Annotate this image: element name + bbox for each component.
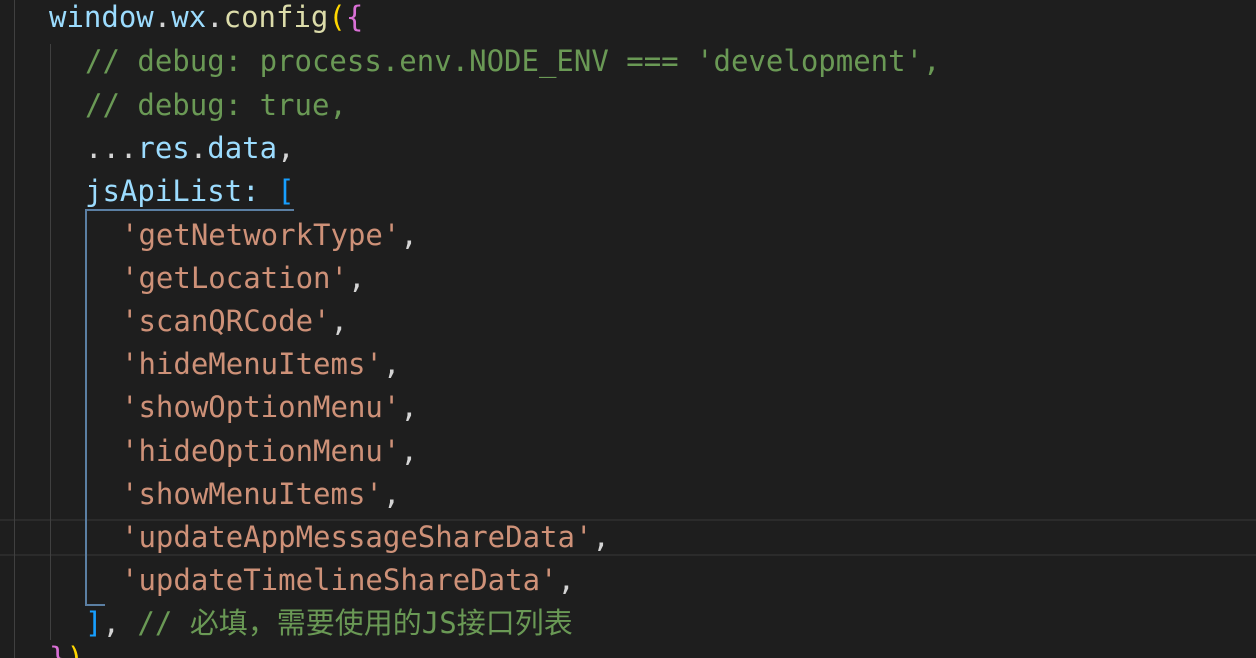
string-literal: 'getNetworkType' [121,218,401,252]
token-close-paren: ) [66,641,84,658]
token-open-bracket: [ [277,174,295,208]
token-res: res [137,131,190,165]
token-comma: , [592,520,610,554]
token-close-bracket: ] [85,606,103,640]
token-comma: , [102,606,138,640]
string-literal: 'showMenuItems' [121,477,383,511]
token-comma: , [330,304,348,338]
token-comma: , [347,261,366,295]
code-line-partial: }) [49,637,84,658]
code-line-4: ...res.data, [85,127,295,171]
token-config: config [223,0,329,34]
bracket-pair-highlight-end [85,560,105,606]
token-comma: , [557,563,575,597]
api-list-item: 'showOptionMenu', [121,386,418,430]
code-line-3: // debug: true, [85,84,347,128]
token-wx: wx [171,0,207,34]
token-spread: ... [85,131,138,165]
token-data: data [207,131,278,165]
string-literal: 'updateTimelineShareData' [121,563,558,597]
string-literal: 'scanQRCode' [121,304,331,338]
string-literal: 'updateAppMessageShareData' [121,520,593,554]
token-window: window [49,0,154,34]
token-comma: , [400,218,418,252]
comment-required: // 必填，需要使用的JS接口列表 [137,606,573,640]
token-dot: . [153,0,172,34]
indent-guide-inner [50,44,51,640]
string-literal: 'getLocation' [121,261,348,295]
api-list-item: 'getNetworkType', [121,214,418,258]
api-list-item: 'hideMenuItems', [121,343,400,387]
code-editor[interactable]: window.wx.config({ // debug: process.env… [0,0,1256,658]
token-comma: , [277,131,295,165]
code-line-2: // debug: process.env.NODE_ENV === 'deve… [85,40,941,84]
token-dot: . [189,131,208,165]
api-list-item: 'scanQRCode', [121,300,348,344]
indent-guide-outer [14,0,15,658]
api-list-item: 'showMenuItems', [121,473,400,517]
string-literal: 'showOptionMenu' [121,390,401,424]
token-open-brace: { [345,0,364,34]
string-literal: 'hideMenuItems' [121,347,383,381]
code-line-closing: ], // 必填，需要使用的JS接口列表 [85,602,573,646]
token-colon: : [242,174,278,208]
token-dot: . [206,0,224,34]
code-line-5: jsApiList: [ [85,170,295,214]
token-jsapilist-key: jsApiList [85,174,243,208]
token-comma: , [382,477,401,511]
token-open-paren: ( [328,0,346,34]
token-comma: , [400,434,418,468]
string-literal: 'hideOptionMenu' [121,434,401,468]
code-line-1: window.wx.config({ [49,0,363,40]
comment-debug-env: // debug: process.env.NODE_ENV === 'deve… [85,44,941,78]
token-close-brace: } [49,641,67,658]
token-comma: , [382,347,401,381]
api-list-item: 'getLocation', [121,257,365,301]
api-list-item: 'hideOptionMenu', [121,430,418,474]
comment-debug-true: // debug: true, [85,88,347,122]
api-list-item: 'updateAppMessageShareData', [121,516,610,560]
api-list-item: 'updateTimelineShareData', [121,559,575,603]
token-comma: , [400,390,418,424]
